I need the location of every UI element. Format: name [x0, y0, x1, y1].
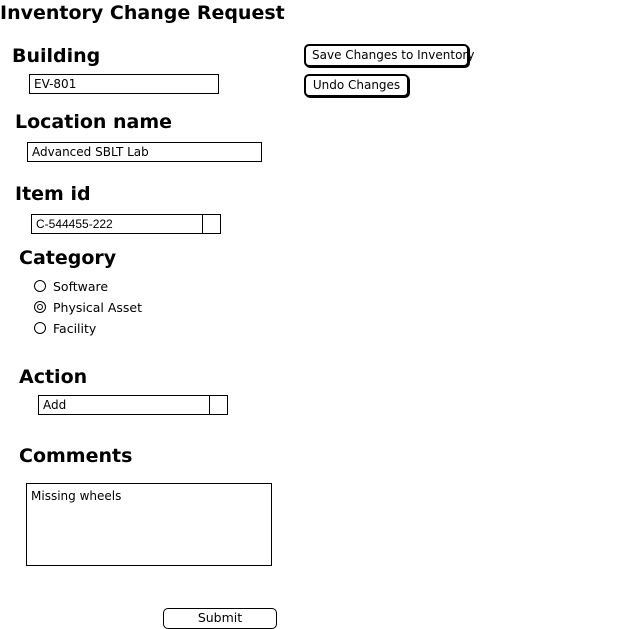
item-id-dropdown-button[interactable]: [202, 215, 220, 233]
category-label: Category: [19, 247, 117, 269]
item-id-label: Item id: [15, 183, 91, 205]
radio-option-facility[interactable]: Facility: [34, 319, 142, 337]
radio-facility-label: Facility: [53, 320, 97, 336]
category-radio-group: Software Physical Asset Facility: [34, 277, 142, 337]
action-value: Add: [43, 398, 67, 412]
action-label: Action: [19, 366, 88, 388]
comments-textarea[interactable]: Missing wheels: [26, 483, 272, 566]
radio-option-software[interactable]: Software: [34, 277, 142, 295]
action-combobox[interactable]: Add: [38, 395, 228, 415]
item-id-combobox[interactable]: C-544455-222: [31, 214, 221, 234]
radio-software-label: Software: [53, 278, 109, 294]
comments-label: Comments: [19, 445, 133, 467]
save-changes-button[interactable]: Save Changes to Inventory: [304, 44, 474, 67]
radio-physical-asset-icon[interactable]: [34, 301, 46, 313]
location-name-input[interactable]: [27, 142, 262, 162]
radio-physical-asset-label: Physical Asset: [53, 299, 142, 315]
undo-changes-button[interactable]: Undo Changes: [304, 74, 409, 97]
item-id-value: C-544455-222: [36, 217, 113, 231]
action-dropdown-button[interactable]: [209, 396, 227, 414]
radio-option-physical-asset[interactable]: Physical Asset: [34, 298, 142, 316]
location-name-label: Location name: [15, 111, 173, 133]
radio-facility-icon[interactable]: [34, 322, 46, 334]
submit-button[interactable]: Submit: [163, 608, 277, 629]
building-input[interactable]: [29, 74, 219, 94]
radio-software-icon[interactable]: [34, 280, 46, 292]
building-label: Building: [12, 45, 101, 67]
page-title: Inventory Change Request: [0, 2, 285, 24]
